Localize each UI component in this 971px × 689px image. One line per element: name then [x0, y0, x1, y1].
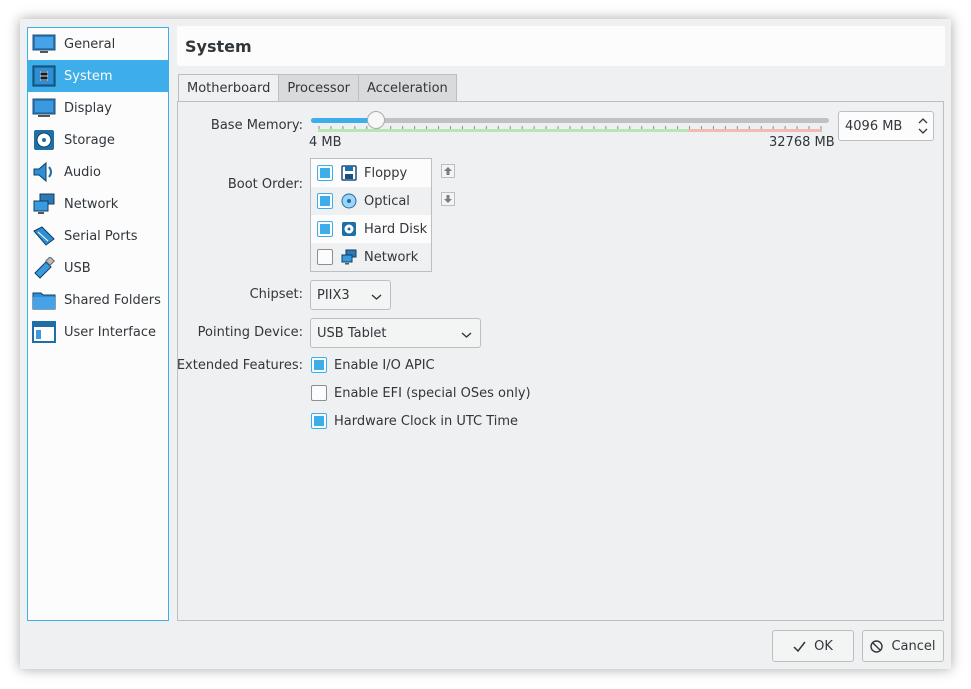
safe-memory-range — [318, 129, 688, 132]
tab-acceleration[interactable]: Acceleration — [359, 74, 457, 102]
chevron-down-icon — [461, 328, 472, 343]
sidebar-item-label: Serial Ports — [64, 228, 138, 244]
tab-bar: Motherboard Processor Acceleration — [178, 74, 457, 103]
boot-item-label: Network — [364, 249, 419, 265]
sidebar-item-label: Display — [64, 100, 112, 116]
sidebar-item-user-interface[interactable]: User Interface — [28, 316, 168, 348]
ok-button[interactable]: OK — [772, 630, 854, 662]
checkmark-icon — [793, 641, 806, 652]
utc-clock-checkbox[interactable] — [311, 413, 327, 429]
move-up-button[interactable] — [441, 164, 455, 178]
display-icon — [31, 96, 57, 120]
boot-item-label: Floppy — [364, 165, 408, 181]
tab-motherboard[interactable]: Motherboard — [178, 74, 280, 103]
list-item[interactable]: Optical — [311, 187, 431, 215]
boot-order-list: Floppy Optical Hard Disk Network — [310, 158, 432, 272]
serial-ports-icon — [31, 224, 57, 248]
cancel-icon — [870, 639, 884, 653]
ok-label: OK — [814, 638, 833, 654]
io-apic-label: Enable I/O APIC — [334, 357, 435, 373]
sidebar-item-label: USB — [64, 260, 91, 276]
base-memory-label: Base Memory: — [210, 118, 303, 133]
sidebar-item-usb[interactable]: USB — [28, 252, 168, 284]
chipset-value: PIIX3 — [317, 287, 350, 303]
list-item[interactable]: Hard Disk — [311, 215, 431, 243]
arrow-up-icon — [444, 167, 452, 175]
efi-label: Enable EFI (special OSes only) — [334, 385, 531, 401]
pointing-device-select[interactable]: USB Tablet — [310, 318, 481, 348]
settings-dialog: General System Display Storage Audio Net… — [20, 19, 951, 669]
utc-clock-option[interactable]: Hardware Clock in UTC Time — [311, 413, 518, 429]
shared-folders-icon — [31, 288, 57, 312]
slider-handle[interactable] — [367, 111, 385, 129]
boot-item-label: Hard Disk — [364, 221, 428, 237]
pointing-device-label: Pointing Device: — [197, 325, 303, 340]
sidebar-item-network[interactable]: Network — [28, 188, 168, 220]
sidebar-item-label: User Interface — [64, 324, 156, 340]
sidebar-item-system[interactable]: System — [28, 60, 168, 92]
optical-disc-icon — [340, 192, 358, 210]
extended-features-label: Extended Features: — [176, 358, 303, 373]
network-icon — [31, 192, 57, 216]
warning-memory-range — [688, 129, 821, 132]
sidebar-item-label: Storage — [64, 132, 115, 148]
general-icon — [31, 32, 57, 56]
sidebar-item-label: Network — [64, 196, 119, 212]
chipset-select[interactable]: PIIX3 — [310, 280, 391, 310]
memory-max-label: 32768 MB — [769, 135, 835, 150]
base-memory-slider[interactable] — [311, 118, 829, 123]
settings-sidebar: General System Display Storage Audio Net… — [27, 27, 169, 621]
sidebar-item-label: System — [64, 68, 113, 84]
efi-option[interactable]: Enable EFI (special OSes only) — [311, 385, 531, 401]
hard-disk-icon — [340, 220, 358, 238]
page-title: System — [177, 26, 945, 66]
sidebar-item-audio[interactable]: Audio — [28, 156, 168, 188]
boot-network-checkbox[interactable] — [317, 249, 333, 265]
sidebar-item-display[interactable]: Display — [28, 92, 168, 124]
base-memory-spinbox[interactable]: 4096 MB — [838, 111, 934, 141]
tab-processor[interactable]: Processor — [279, 74, 360, 102]
cancel-button[interactable]: Cancel — [862, 630, 944, 662]
floppy-icon — [340, 164, 358, 182]
system-icon — [31, 64, 57, 88]
base-memory-value: 4096 MB — [845, 118, 903, 134]
usb-icon — [31, 256, 57, 280]
pointing-device-value: USB Tablet — [317, 325, 387, 341]
sidebar-item-shared-folders[interactable]: Shared Folders — [28, 284, 168, 316]
memory-min-label: 4 MB — [309, 135, 342, 150]
boot-item-label: Optical — [364, 193, 410, 209]
storage-icon — [31, 128, 57, 152]
efi-checkbox[interactable] — [311, 385, 327, 401]
sidebar-item-label: Audio — [64, 164, 101, 180]
sidebar-item-label: Shared Folders — [64, 292, 161, 308]
list-item[interactable]: Network — [311, 243, 431, 271]
audio-icon — [31, 160, 57, 184]
user-interface-icon — [31, 320, 57, 344]
cancel-label: Cancel — [891, 638, 936, 654]
arrow-down-icon — [444, 195, 452, 203]
move-down-button[interactable] — [441, 192, 455, 206]
sidebar-item-general[interactable]: General — [28, 28, 168, 60]
list-item[interactable]: Floppy — [311, 159, 431, 187]
boot-floppy-checkbox[interactable] — [317, 165, 333, 181]
io-apic-option[interactable]: Enable I/O APIC — [311, 357, 435, 373]
utc-clock-label: Hardware Clock in UTC Time — [334, 413, 519, 429]
network-icon — [340, 248, 358, 266]
spin-arrows-icon[interactable] — [917, 116, 929, 136]
chipset-label: Chipset: — [249, 287, 303, 302]
chevron-down-icon — [371, 290, 382, 305]
sidebar-item-label: General — [64, 36, 116, 52]
boot-optical-checkbox[interactable] — [317, 193, 333, 209]
io-apic-checkbox[interactable] — [311, 357, 327, 373]
boot-hard-disk-checkbox[interactable] — [317, 221, 333, 237]
boot-order-label: Boot Order: — [227, 177, 303, 192]
sidebar-item-storage[interactable]: Storage — [28, 124, 168, 156]
sidebar-item-serial-ports[interactable]: Serial Ports — [28, 220, 168, 252]
